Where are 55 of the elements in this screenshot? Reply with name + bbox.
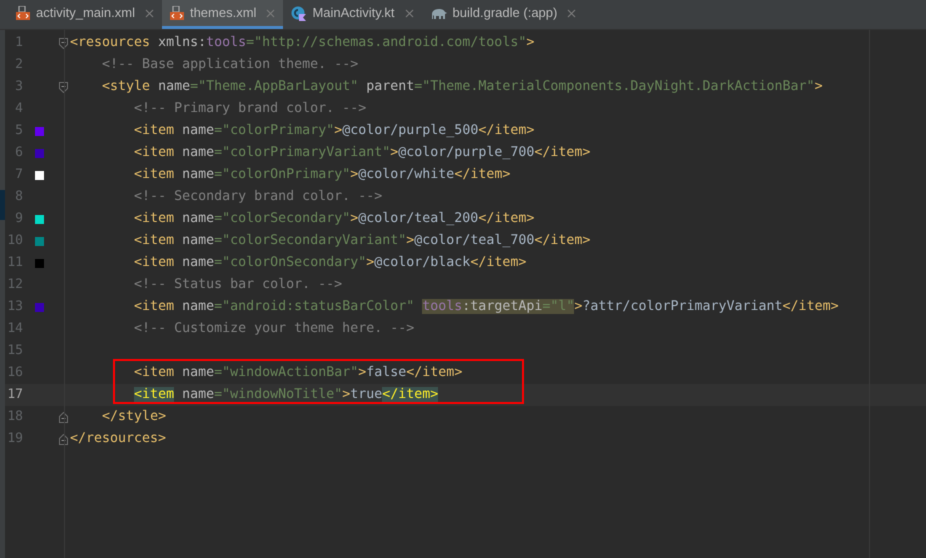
close-icon[interactable]	[567, 8, 576, 18]
line-number: 12	[6, 276, 23, 294]
line-number: 17	[6, 386, 23, 404]
line-number: 4	[14, 100, 23, 118]
xml-file-icon	[170, 6, 184, 20]
code-line: <item name="colorOnPrimary">@color/white</item>	[133, 166, 510, 184]
code-line: <!-- Secondary brand color. -->	[133, 188, 382, 206]
line-number: 11	[6, 254, 23, 272]
editor-tab[interactable]: themes.xml	[162, 0, 284, 29]
close-icon[interactable]	[266, 8, 276, 18]
color-swatch[interactable]	[35, 170, 44, 180]
line-number: 2	[14, 56, 23, 74]
code-line: <!-- Status bar color. -->	[133, 276, 342, 294]
line-number: 5	[14, 122, 23, 140]
line-number: 16	[6, 364, 23, 382]
code-line: <item name="windowActionBar">false</item>	[133, 364, 462, 382]
code-line: <resources xmlns:tools="http://schemas.android.com/tools">	[70, 34, 534, 52]
xml-file-icon	[16, 6, 30, 20]
close-icon[interactable]	[144, 8, 154, 18]
code-line: <item name="windowNoTitle">true</item>	[133, 386, 438, 404]
code-line: <item name="colorPrimaryVariant">@color/purple_700</item>	[133, 144, 590, 162]
line-number: 19	[6, 430, 23, 448]
line-number: 8	[14, 188, 23, 206]
line-number: 15	[6, 342, 23, 360]
color-swatch[interactable]	[35, 302, 44, 312]
code-line: <!-- Base application theme. -->	[101, 56, 358, 74]
editor-tab[interactable]: build.gradle (:app)	[422, 0, 584, 29]
color-swatch[interactable]	[35, 148, 44, 158]
line-number: 6	[14, 144, 23, 162]
color-swatch[interactable]	[35, 258, 44, 268]
editor-tab[interactable]: MainActivity.kt	[283, 0, 422, 29]
code-line: <item name="colorOnSecondary">@color/black</item>	[133, 254, 526, 272]
code-line: </resources>	[70, 430, 166, 448]
code-line: <!-- Customize your theme here. -->	[133, 320, 414, 338]
line-number: 10	[6, 232, 23, 250]
code-line: <item name="colorSecondary">@color/teal_200</item>	[133, 210, 534, 228]
code-line: <item name="colorSecondaryVariant">@color/teal_700</item>	[133, 232, 590, 250]
editor-tab[interactable]: activity_main.xml	[8, 0, 162, 29]
line-number: 13	[6, 298, 23, 316]
code-line: <item name="colorPrimary">@color/purple_500</item>	[133, 122, 534, 140]
code-line: </style>	[101, 408, 166, 426]
line-number: 18	[6, 408, 23, 426]
line-number: 7	[14, 166, 23, 184]
close-icon[interactable]	[404, 8, 414, 18]
elephant-icon	[430, 6, 447, 20]
kotlin-class-icon	[291, 6, 306, 20]
code-line: <style name="Theme.AppBarLayout" parent="Theme.MaterialComponents.DayNight.DarkActionBar">	[101, 78, 823, 96]
line-number: 9	[14, 210, 23, 228]
color-swatch[interactable]	[35, 214, 44, 224]
line-number: 14	[6, 320, 23, 338]
color-swatch[interactable]	[35, 126, 44, 136]
line-number: 3	[14, 78, 23, 96]
code-line: <!-- Primary brand color. -->	[133, 100, 366, 118]
color-swatch[interactable]	[35, 236, 44, 246]
line-number: 1	[14, 34, 23, 52]
